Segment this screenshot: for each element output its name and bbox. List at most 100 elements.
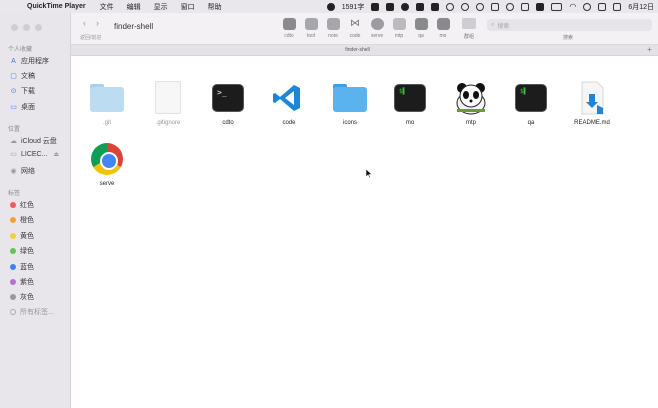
finder-window: 个人收藏 A 应用程序 ▢ 文稿 ⊙ 下载 ▭ 桌面 位置 ☁ iCloud 云…	[0, 13, 658, 408]
tag-gray-dot-icon	[10, 294, 16, 300]
status-area: 1591字 ◠ 6月12日	[326, 0, 654, 13]
toolbar-app-mtp[interactable]: mtp	[391, 18, 407, 39]
file-item-readme[interactable]: README.md	[564, 81, 620, 126]
new-tab-icon[interactable]: +	[644, 45, 655, 56]
app-badge-icon[interactable]	[536, 2, 545, 11]
toolbar-app-mo[interactable]: mo	[435, 18, 451, 39]
minimize-button[interactable]	[23, 24, 30, 31]
file-item-git[interactable]: .git	[79, 81, 135, 126]
zoom-button[interactable]	[35, 24, 42, 31]
tag-green-dot-icon	[10, 248, 16, 254]
play-icon[interactable]	[506, 2, 515, 11]
tag-label: 灰色	[20, 294, 34, 301]
file-item-gitignore[interactable]: .gitignore	[140, 81, 196, 126]
toolbar-app-code[interactable]: ⋈ code	[347, 18, 363, 39]
app-status-icon[interactable]	[416, 2, 425, 11]
menu-window[interactable]: 窗口	[181, 2, 195, 12]
record-icon[interactable]	[326, 2, 335, 11]
group-button[interactable]: 群组	[459, 18, 479, 40]
sidebar-tag-blue[interactable]: 蓝色	[10, 262, 34, 272]
mouse-cursor-icon	[366, 169, 372, 178]
group-label: 群组	[463, 34, 474, 40]
tag-label: 紫色	[20, 279, 34, 286]
toolbar-app-tool[interactable]: tool	[303, 18, 319, 39]
menu-edit[interactable]: 编辑	[127, 2, 141, 12]
siri-icon[interactable]	[613, 2, 622, 11]
menu-bar: QuickTime Player 文件 编辑 显示 窗口 帮助 1591字 ◠ …	[0, 0, 658, 13]
vscode-icon: ⋈	[350, 18, 360, 29]
control-center-icon[interactable]	[598, 2, 607, 11]
sidebar-item-documents[interactable]: ▢ 文稿	[10, 71, 35, 81]
sidebar-tag-orange[interactable]: 橙色	[10, 215, 34, 225]
file-name: .gitignore	[155, 120, 181, 126]
locations-heading: 位置	[8, 127, 21, 133]
input-method-icon[interactable]	[371, 2, 380, 11]
search-icon[interactable]	[583, 2, 592, 11]
sidebar-item-disk[interactable]: ▭ LICEC... ⏏	[10, 151, 59, 158]
forward-chevron-icon[interactable]: ›	[96, 18, 99, 28]
file-item-code[interactable]: code	[261, 81, 317, 126]
sidebar-item-applications[interactable]: A 应用程序	[10, 56, 49, 66]
tags-heading: 标签	[8, 191, 21, 197]
sidebar-tag-gray[interactable]: 灰色	[10, 292, 34, 302]
wechat-icon[interactable]	[401, 2, 410, 11]
sidebar-tag-purple[interactable]: 紫色	[10, 277, 34, 287]
notes-status-icon[interactable]	[431, 2, 440, 11]
file-name: code	[282, 120, 296, 126]
terminal-icon: >_	[211, 81, 245, 115]
date-display[interactable]: 6月12日	[628, 2, 654, 12]
toolbar: ‹ › 返回/前进 finder-shell cdto tool note ⋈ c…	[71, 13, 658, 45]
sidebar-item-network[interactable]: ◉ 网络	[10, 166, 35, 176]
toolbar-app-note[interactable]: note	[325, 18, 341, 39]
tag-label: 绿色	[20, 248, 34, 255]
chrome-icon	[370, 18, 384, 30]
battery-icon[interactable]	[551, 2, 563, 11]
file-item-mtp[interactable]: mtp	[443, 81, 499, 126]
sidebar-item-icloud[interactable]: ☁ iCloud 云盘	[10, 136, 57, 146]
menu-help[interactable]: 帮助	[208, 2, 222, 12]
headphones-icon[interactable]	[521, 2, 530, 11]
panda-icon	[392, 18, 406, 30]
apple-icon[interactable]	[10, 2, 19, 11]
file-item-icons[interactable]: icons	[322, 81, 378, 126]
search-label: 搜索	[563, 35, 574, 41]
back-chevron-icon[interactable]: ‹	[83, 18, 86, 28]
toolbar-app-qa[interactable]: qa	[413, 18, 429, 39]
sidebar-tag-green[interactable]: 绿色	[10, 246, 34, 256]
document-icon	[151, 81, 185, 115]
menu-view[interactable]: 显示	[154, 2, 168, 12]
tag-orange-dot-icon	[10, 217, 16, 223]
block-icon[interactable]	[461, 2, 470, 11]
wifi-icon[interactable]: ◠	[569, 2, 576, 11]
terminal-icon	[414, 18, 428, 30]
toolbar-app-serve[interactable]: serve	[369, 18, 385, 39]
grid-icon[interactable]	[386, 2, 395, 11]
clock-icon[interactable]	[476, 2, 485, 11]
sidebar-all-tags[interactable]: 所有标签...	[10, 307, 54, 317]
file-item-cdto[interactable]: >_ cdto	[200, 81, 256, 126]
toolbar-app-cdto[interactable]: cdto	[281, 18, 297, 39]
menu-file[interactable]: 文件	[100, 2, 114, 12]
toolbar-app-label: serve	[370, 33, 384, 39]
file-item-mo[interactable]: $▌ mo	[382, 81, 438, 126]
folder-icon	[304, 18, 318, 30]
tab-finder-shell[interactable]: finder-shell	[71, 45, 644, 56]
sidebar-tag-yellow[interactable]: 黄色	[10, 231, 34, 241]
download-icon: ⊙	[10, 87, 17, 95]
target-icon[interactable]	[446, 2, 455, 11]
word-count[interactable]: 1591字	[342, 2, 365, 12]
wifi-off-icon[interactable]	[491, 2, 500, 11]
app-menu[interactable]: QuickTime Player	[27, 3, 86, 10]
nav-buttons: ‹ ›	[83, 18, 99, 28]
sidebar-item-downloads[interactable]: ⊙ 下载	[10, 86, 35, 96]
file-item-qa[interactable]: $▌ qa	[503, 81, 559, 126]
sidebar-item-desktop[interactable]: ▭ 桌面	[10, 102, 35, 112]
search-field[interactable]: ⌕ 搜索	[487, 19, 652, 31]
eject-icon[interactable]: ⏏	[53, 151, 59, 158]
sidebar-tag-red[interactable]: 红色	[10, 200, 34, 210]
tag-label: 所有标签...	[20, 309, 54, 316]
close-button[interactable]	[11, 24, 18, 31]
file-item-serve[interactable]: serve	[79, 142, 135, 187]
file-name: README.md	[574, 120, 610, 126]
sidebar-item-label: 文稿	[21, 73, 35, 80]
